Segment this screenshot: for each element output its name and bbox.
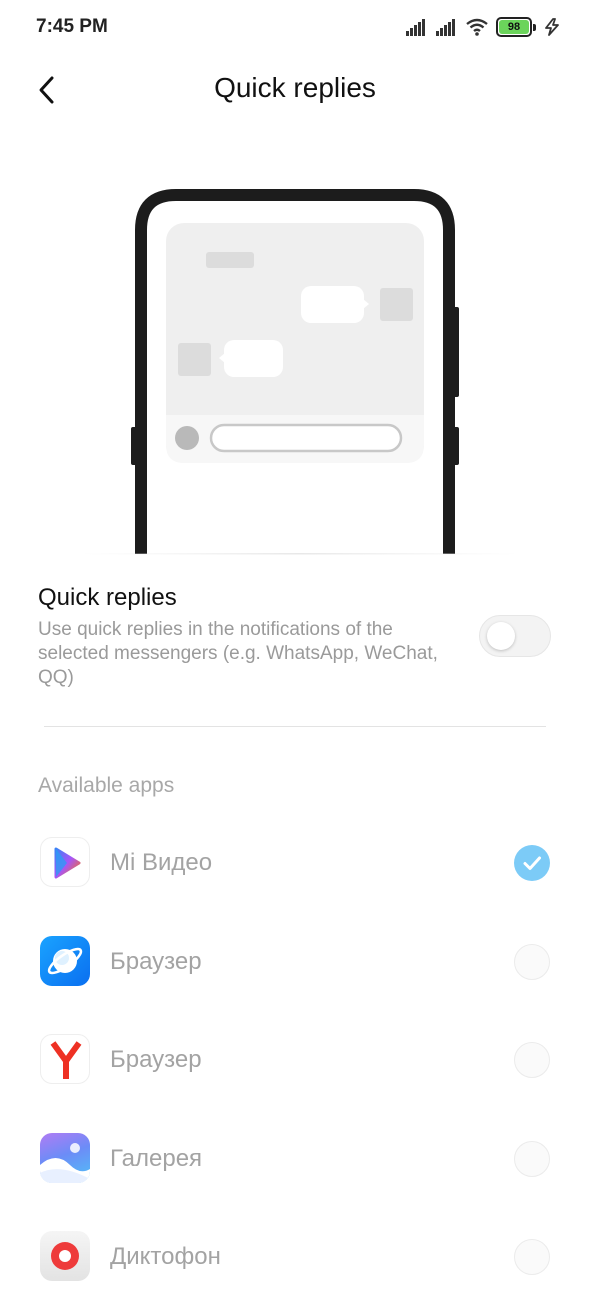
app-checkbox[interactable]	[514, 943, 550, 980]
recorder-icon	[40, 1231, 90, 1281]
app-list: Mi Видео Браузер Браузер Галерея Диктофо…	[0, 812, 590, 1305]
yandex-browser-icon	[40, 1034, 90, 1084]
app-checkbox[interactable]	[514, 1140, 550, 1177]
app-name: Браузер	[110, 1046, 202, 1073]
signal-icon	[436, 19, 455, 36]
quick-replies-setting: Quick replies Use quick replies in the n…	[38, 584, 558, 690]
wifi-icon	[466, 18, 488, 36]
page-title: Quick replies	[214, 72, 376, 103]
status-time: 7:45 PM	[36, 16, 108, 37]
app-name: Mi Видео	[110, 849, 213, 876]
toggle-knob	[487, 622, 515, 650]
app-name: Браузер	[110, 947, 202, 975]
signal-icon	[406, 19, 425, 36]
checkmark-icon	[523, 856, 541, 870]
quick-replies-description: Use quick replies in the notifications o…	[38, 619, 438, 688]
app-row-gallery[interactable]: Галерея	[0, 1108, 590, 1207]
battery-level: 98	[499, 20, 529, 34]
quick-replies-title: Quick replies	[38, 584, 177, 611]
app-row-mi-video[interactable]: Mi Видео	[0, 812, 590, 911]
divider	[44, 726, 546, 727]
app-checkbox[interactable]	[514, 1042, 550, 1078]
phone-illustration	[0, 180, 590, 560]
app-checkbox[interactable]	[514, 1239, 550, 1275]
mi-video-icon	[40, 837, 90, 887]
available-apps-label: Available apps	[38, 774, 175, 797]
charging-icon	[545, 18, 559, 36]
browser-planet-icon	[40, 935, 90, 986]
quick-replies-toggle[interactable]	[479, 615, 551, 657]
status-icons: 98	[406, 16, 560, 38]
app-name: Галерея	[110, 1144, 203, 1172]
app-row-yandex-browser[interactable]: Браузер	[0, 1009, 590, 1108]
app-name: Диктофон	[110, 1243, 221, 1270]
app-row-browser[interactable]: Браузер	[0, 911, 590, 1010]
status-bar: 7:45 PM 98	[0, 0, 590, 56]
gallery-icon	[40, 1132, 90, 1183]
battery-icon: 98	[496, 17, 536, 37]
app-row-recorder[interactable]: Диктофон	[0, 1206, 590, 1305]
header: Quick replies	[0, 56, 590, 122]
app-checkbox[interactable]	[514, 845, 550, 881]
